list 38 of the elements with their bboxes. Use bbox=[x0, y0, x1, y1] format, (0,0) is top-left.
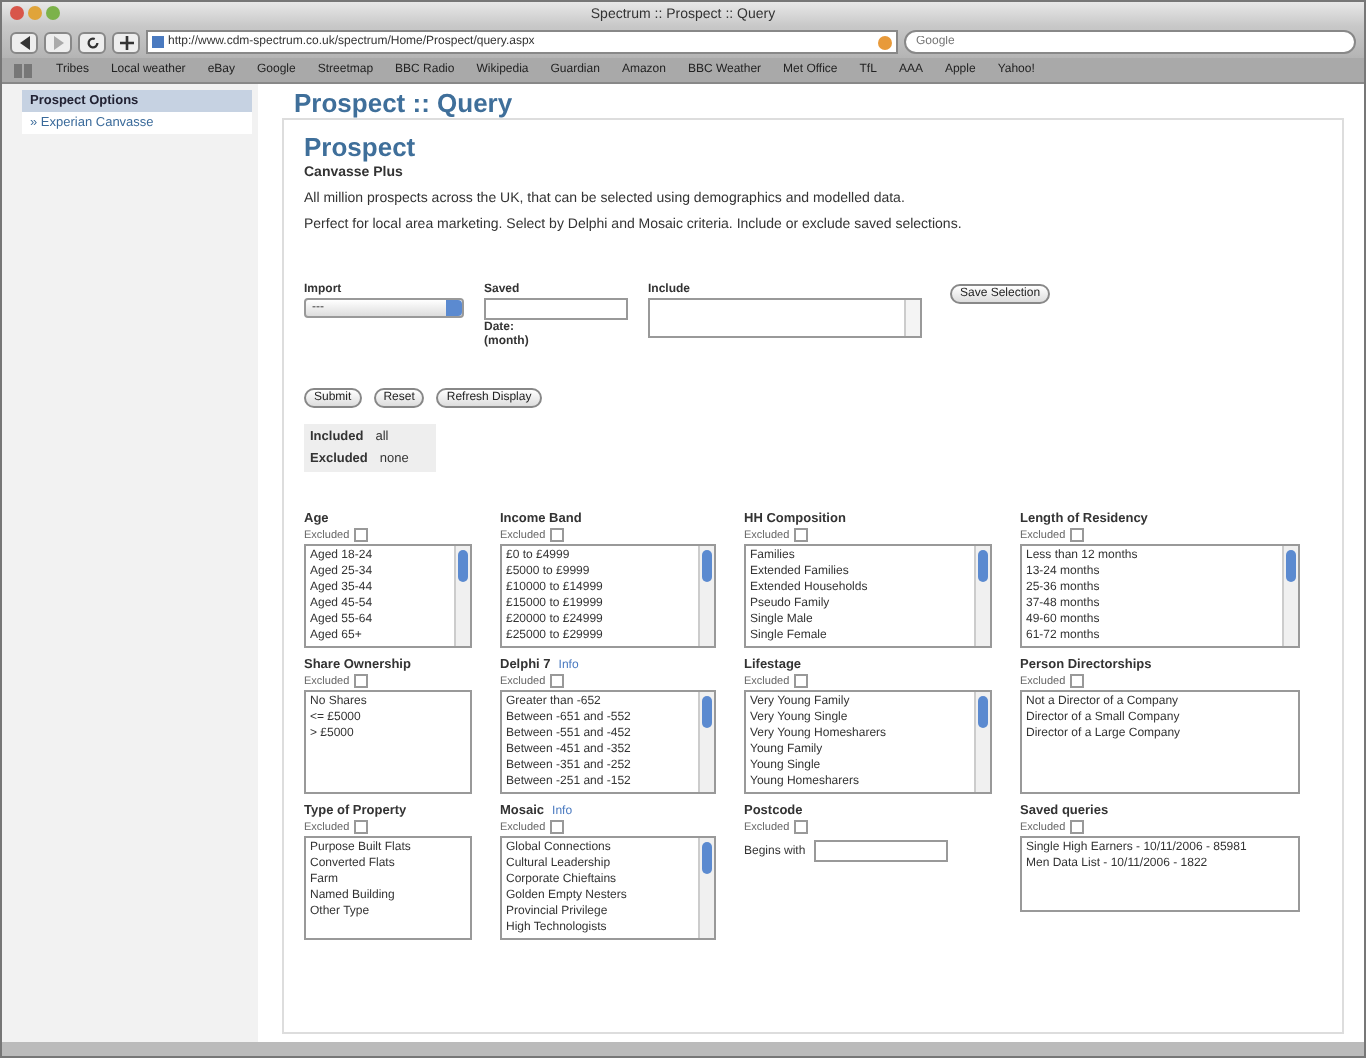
excluded-checkbox[interactable] bbox=[793, 528, 808, 542]
scrollbar[interactable] bbox=[974, 692, 990, 792]
scrollbar[interactable] bbox=[1282, 546, 1298, 646]
scrollbar[interactable] bbox=[698, 838, 714, 938]
excluded-checkbox[interactable] bbox=[793, 674, 808, 688]
include-field[interactable] bbox=[648, 298, 922, 338]
scrollbar[interactable] bbox=[698, 546, 714, 646]
plus-icon bbox=[119, 35, 133, 49]
rss-icon[interactable] bbox=[878, 35, 892, 49]
scrollbar[interactable] bbox=[904, 300, 920, 336]
scrollbar[interactable] bbox=[974, 546, 990, 646]
postcode-field[interactable] bbox=[813, 840, 948, 862]
bookmarks-icon[interactable] bbox=[14, 63, 34, 77]
back-icon bbox=[17, 35, 31, 49]
saved-field[interactable] bbox=[484, 298, 628, 320]
close-icon[interactable] bbox=[10, 6, 24, 20]
excluded-checkbox[interactable] bbox=[1069, 820, 1084, 834]
excluded-checkbox[interactable] bbox=[549, 528, 564, 542]
page-title: Prospect :: Query bbox=[294, 88, 515, 118]
excluded-checkbox[interactable] bbox=[1069, 528, 1084, 542]
section-heading: Prospect bbox=[304, 132, 418, 162]
reload-button[interactable] bbox=[78, 31, 106, 53]
site-icon bbox=[152, 36, 164, 48]
excluded-checkbox[interactable] bbox=[793, 820, 808, 834]
reload-icon bbox=[85, 35, 99, 49]
add-bookmark-button[interactable] bbox=[112, 31, 140, 53]
zoom-icon[interactable] bbox=[46, 6, 60, 20]
minimize-icon[interactable] bbox=[28, 6, 42, 20]
scrollbar[interactable] bbox=[698, 692, 714, 792]
excluded-checkbox[interactable] bbox=[353, 674, 368, 688]
excluded-checkbox[interactable] bbox=[1069, 674, 1084, 688]
excluded-checkbox[interactable] bbox=[549, 674, 564, 688]
scrollbar[interactable] bbox=[454, 546, 470, 646]
back-button[interactable] bbox=[10, 31, 38, 53]
excluded-checkbox[interactable] bbox=[353, 820, 368, 834]
excluded-checkbox[interactable] bbox=[549, 820, 564, 834]
excluded-checkbox[interactable] bbox=[353, 528, 368, 542]
forward-icon bbox=[51, 35, 65, 49]
